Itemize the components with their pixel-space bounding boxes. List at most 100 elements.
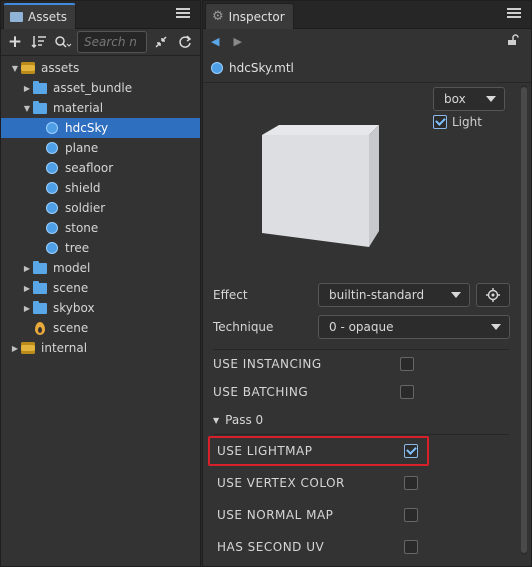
assets-menu-icon[interactable] — [176, 8, 190, 20]
locate-effect-button[interactable] — [476, 283, 510, 307]
use-batching-label: USE BATCHING — [213, 385, 309, 399]
refresh-icon[interactable] — [175, 32, 195, 52]
effect-value: builtin-standard — [329, 288, 425, 302]
material-icon-shape — [46, 122, 58, 134]
use-instancing-row: USE INSTANCING — [203, 350, 519, 378]
tree-item-label: internal — [41, 341, 88, 355]
folder-icon-shape — [33, 300, 47, 314]
tree-item-label: assets — [41, 61, 80, 75]
inspector-scrollbar[interactable] — [521, 85, 527, 555]
use-lightmap-row: USE LIGHTMAP — [203, 435, 519, 467]
tree-item-internal[interactable]: ▶ internal — [1, 338, 200, 358]
tree-item-stone[interactable]: stone — [1, 218, 200, 238]
light-checkbox[interactable] — [433, 115, 447, 129]
tree-item-scene[interactable]: scene — [1, 318, 200, 338]
folder-icon — [33, 80, 47, 95]
scrollbar-thumb[interactable] — [521, 87, 527, 553]
caret-right-icon[interactable]: ▶ — [21, 282, 33, 294]
use-normal-map-checkbox[interactable] — [404, 508, 418, 522]
inspector-content: box Light Effect builtin-standard Techni… — [203, 85, 519, 567]
tab-assets-label: Assets — [28, 10, 68, 24]
use-batching-checkbox[interactable] — [400, 385, 414, 399]
search-filter-icon[interactable] — [53, 32, 73, 52]
technique-label: Technique — [213, 320, 274, 334]
light-toggle[interactable]: Light — [433, 115, 482, 129]
caret-right-icon[interactable]: ▶ — [21, 82, 33, 94]
chevron-down-icon — [486, 96, 496, 102]
unlock-icon[interactable] — [507, 34, 519, 46]
tree-item-label: material — [53, 101, 104, 115]
folder-icon-shape — [33, 80, 47, 94]
tree-item-skybox[interactable]: ▶ skybox — [1, 298, 200, 318]
material-preview: box Light — [203, 85, 519, 279]
caret-right-icon[interactable]: ▶ — [21, 262, 33, 274]
tree-item-label: soldier — [65, 201, 106, 215]
use-instancing-label: USE INSTANCING — [213, 357, 322, 371]
cube-preview — [262, 125, 379, 247]
use-instancing-checkbox[interactable] — [400, 357, 414, 371]
tree-item-assets[interactable]: ▼ assets — [1, 58, 200, 78]
tree-item-soldier[interactable]: soldier — [1, 198, 200, 218]
tree-item-asset-bundle[interactable]: ▶ asset_bundle — [1, 78, 200, 98]
material-icon — [45, 221, 59, 235]
tree-item-label: model — [53, 261, 91, 275]
tree-item-plane[interactable]: plane — [1, 138, 200, 158]
add-icon[interactable]: + — [5, 32, 25, 52]
preview-shape-select[interactable]: box — [433, 87, 505, 111]
tree-item-label: skybox — [53, 301, 95, 315]
material-icon-shape — [46, 222, 58, 234]
caret-down-icon: ▼ — [213, 415, 220, 425]
file-header: hdcSky.mtl — [203, 53, 531, 83]
tree-item-material[interactable]: ▼ material — [1, 98, 200, 118]
folder-icon-shape — [33, 280, 47, 294]
database-icon — [21, 61, 35, 75]
tab-inspector[interactable]: ⚙ Inspector — [205, 3, 294, 29]
material-icon — [45, 161, 59, 175]
tree-item-model[interactable]: ▶ model — [1, 258, 200, 278]
inspector-menu-icon[interactable] — [507, 8, 521, 20]
folder-icon — [10, 12, 23, 22]
tree-item-seafloor[interactable]: seafloor — [1, 158, 200, 178]
tree-item-hdcsky[interactable]: hdcSky — [1, 118, 200, 138]
pass-0-label: Pass 0 — [225, 413, 264, 427]
material-icon-shape — [46, 182, 58, 194]
assets-toolbar: + — [1, 29, 200, 56]
search-input[interactable] — [77, 31, 147, 53]
tab-assets[interactable]: Assets — [3, 3, 77, 29]
has-second-uv-checkbox[interactable] — [404, 540, 418, 554]
sort-icon[interactable] — [29, 32, 49, 52]
tree-item-label: shield — [65, 181, 101, 195]
forward-icon[interactable]: ▶ — [233, 35, 241, 48]
inspector-nav: ◀ ▶ — [203, 29, 531, 53]
caret-right-icon[interactable]: ▶ — [9, 342, 21, 354]
caret-down-icon[interactable]: ▼ — [21, 102, 33, 114]
use-lightmap-checkbox[interactable] — [404, 444, 418, 458]
back-icon[interactable]: ◀ — [211, 35, 219, 48]
tab-inspector-label: Inspector — [228, 9, 285, 24]
chevron-down-icon — [451, 292, 461, 298]
collapse-icon[interactable] — [151, 32, 171, 52]
material-icon — [211, 61, 223, 74]
caret-down-icon[interactable]: ▼ — [9, 62, 21, 74]
material-icon-shape — [46, 142, 58, 154]
effect-label: Effect — [213, 288, 248, 302]
tree-item-scene[interactable]: ▶ scene — [1, 278, 200, 298]
use-vertex-color-checkbox[interactable] — [404, 476, 418, 490]
technique-select[interactable]: 0 - opaque — [318, 315, 510, 339]
database-icon-shape — [21, 62, 35, 74]
light-label: Light — [452, 115, 482, 129]
tree-item-shield[interactable]: shield — [1, 178, 200, 198]
tree-item-tree[interactable]: tree — [1, 238, 200, 258]
tree-item-label: plane — [65, 141, 99, 155]
file-name: hdcSky.mtl — [229, 60, 294, 75]
effect-select[interactable]: builtin-standard — [318, 283, 470, 307]
technique-row: Technique 0 - opaque — [203, 311, 519, 343]
pass-0-header[interactable]: ▼ Pass 0 — [203, 406, 519, 434]
caret-right-icon[interactable]: ▶ — [21, 302, 33, 314]
